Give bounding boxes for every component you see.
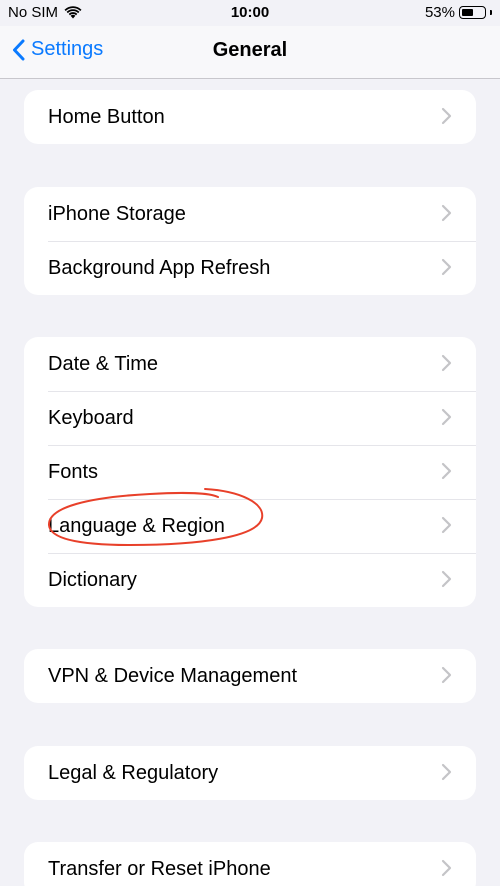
chevron-right-icon bbox=[441, 859, 452, 877]
page-title: General bbox=[212, 39, 288, 61]
status-bar: No SIM 10:00 53% bbox=[0, 0, 500, 26]
group-transfer: Transfer or Reset iPhone bbox=[24, 842, 476, 886]
row-vpn-device-management[interactable]: VPN & Device Management bbox=[24, 649, 476, 703]
battery-tip bbox=[490, 10, 492, 15]
row-legal-regulatory[interactable]: Legal & Regulatory bbox=[24, 746, 476, 800]
status-right: 53% bbox=[425, 4, 492, 21]
row-label: Transfer or Reset iPhone bbox=[48, 857, 271, 880]
chevron-right-icon bbox=[441, 763, 452, 781]
row-background-app-refresh[interactable]: Background App Refresh bbox=[24, 241, 476, 295]
chevron-right-icon bbox=[441, 462, 452, 480]
navigation-bar: Settings General bbox=[0, 26, 500, 79]
group-storage: iPhone Storage Background App Refresh bbox=[24, 187, 476, 295]
group-legal: Legal & Regulatory bbox=[24, 746, 476, 800]
chevron-right-icon bbox=[441, 204, 452, 222]
chevron-right-icon bbox=[441, 107, 452, 125]
row-label: Home Button bbox=[48, 105, 165, 128]
group-home-button: Home Button bbox=[24, 90, 476, 144]
row-label: Keyboard bbox=[48, 406, 134, 429]
row-dictionary[interactable]: Dictionary bbox=[24, 553, 476, 607]
chevron-right-icon bbox=[441, 258, 452, 276]
settings-list[interactable]: Home Button iPhone Storage Background Ap… bbox=[0, 79, 500, 886]
chevron-right-icon bbox=[441, 354, 452, 372]
battery-fill bbox=[462, 9, 473, 16]
row-label: Language & Region bbox=[48, 514, 225, 537]
chevron-right-icon bbox=[441, 516, 452, 534]
battery-icon bbox=[459, 6, 486, 19]
row-home-button[interactable]: Home Button bbox=[24, 90, 476, 144]
row-date-time[interactable]: Date & Time bbox=[24, 337, 476, 391]
chevron-right-icon bbox=[441, 666, 452, 684]
row-label: Legal & Regulatory bbox=[48, 761, 219, 784]
row-label: VPN & Device Management bbox=[48, 664, 298, 687]
row-keyboard[interactable]: Keyboard bbox=[24, 391, 476, 445]
chevron-right-icon bbox=[441, 570, 452, 588]
row-label: Fonts bbox=[48, 460, 99, 483]
group-vpn: VPN & Device Management bbox=[24, 649, 476, 703]
row-label: Dictionary bbox=[48, 568, 137, 591]
row-label: Date & Time bbox=[48, 352, 159, 375]
row-fonts[interactable]: Fonts bbox=[24, 445, 476, 499]
row-language-region[interactable]: Language & Region bbox=[24, 499, 476, 553]
battery-percent: 53% bbox=[424, 4, 455, 21]
group-locale: Date & Time Keyboard Fonts Language & Re… bbox=[24, 337, 476, 607]
row-label: iPhone Storage bbox=[48, 202, 186, 225]
row-iphone-storage[interactable]: iPhone Storage bbox=[24, 187, 476, 241]
row-transfer-reset[interactable]: Transfer or Reset iPhone bbox=[24, 842, 476, 886]
chevron-right-icon bbox=[441, 408, 452, 426]
row-label: Background App Refresh bbox=[48, 256, 271, 279]
